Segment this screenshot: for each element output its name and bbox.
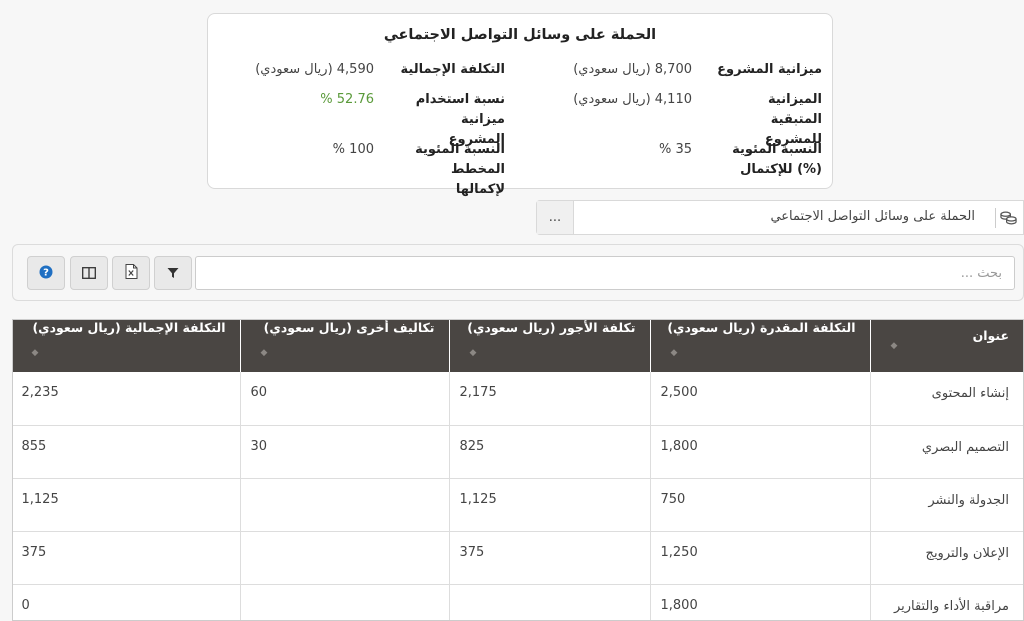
cell-title: التصميم البصري (869, 425, 1023, 479)
cell-title: الإعلان والترويج (869, 531, 1023, 585)
table-row[interactable]: التصميم البصري 1,800 825 30 855 (13, 425, 1023, 479)
total-cost-label: التكلفة الإجمالية (400, 62, 505, 77)
cell-title: إنشاء المحتوى (869, 372, 1023, 426)
column-header-labor-cost[interactable]: تكلفة الأجور (ريال سعودي) ◆ (448, 320, 650, 372)
columns-icon (82, 264, 96, 283)
total-cost-value: 4,590 (ريال سعودي) (255, 62, 374, 77)
cell-other-costs (239, 531, 449, 585)
svg-text:?: ? (43, 267, 49, 278)
help-icon: ? (39, 264, 53, 283)
cell-estimated-cost: 1,800 (649, 584, 870, 620)
cell-estimated-cost: 2,500 (649, 372, 870, 426)
more-button[interactable]: ... (537, 201, 574, 234)
sort-icon: ◆ (469, 348, 477, 358)
cell-other-costs (239, 584, 449, 620)
sort-icon: ◆ (31, 348, 39, 358)
excel-export-button[interactable] (112, 256, 150, 290)
cost-table: عنوان ◆ التكلفة المقدرة (ريال سعودي) ◆ تكل… (12, 319, 1024, 621)
budget-usage-value: 52.76 % (320, 92, 374, 107)
cell-estimated-cost: 1,250 (649, 531, 870, 585)
column-header-title[interactable]: عنوان ◆ (869, 320, 1023, 372)
cell-labor-cost: 1,125 (448, 478, 650, 532)
cell-other-costs: 60 (239, 372, 449, 426)
project-summary-card: الحملة على وسائل التواصل الاجتماعي ميزان… (207, 13, 833, 197)
cell-total-cost: 1,125 (13, 478, 240, 532)
table-row[interactable]: مراقبة الأداء والتقارير 1,800 0 (13, 584, 1023, 620)
cell-labor-cost: 375 (448, 531, 650, 585)
filter-icon (167, 264, 179, 283)
summary-title: الحملة على وسائل التواصل الاجتماعي (383, 27, 657, 43)
remaining-budget-value: 4,110 (ريال سعودي) (573, 92, 692, 107)
cell-labor-cost: 2,175 (448, 372, 650, 426)
project-budget-label: ميزانية المشروع (717, 62, 822, 77)
sort-icon: ◆ (670, 348, 678, 358)
help-button[interactable]: ? (27, 256, 65, 290)
cell-other-costs (239, 478, 449, 532)
project-selector[interactable]: الحملة على وسائل التواصل الاجتماعي ... (536, 200, 1024, 235)
column-header-estimated-cost[interactable]: التكلفة المقدرة (ريال سعودي) ◆ (649, 320, 870, 372)
column-header-other-costs[interactable]: تكاليف أخرى (ريال سعودي) ◆ (239, 320, 449, 372)
table-row[interactable]: الجدولة والنشر 750 1,125 1,125 (13, 478, 1023, 532)
sort-icon: ◆ (890, 340, 898, 351)
columns-button[interactable] (70, 256, 108, 290)
table-toolbar: ? (12, 244, 1024, 301)
cell-labor-cost: 825 (448, 425, 650, 479)
completion-value: 35 % (658, 142, 692, 157)
cell-estimated-cost: 750 (649, 478, 870, 532)
table-row[interactable]: الإعلان والترويج 1,250 375 375 (13, 531, 1023, 585)
project-name: الحملة على وسائل التواصل الاجتماعي (770, 209, 975, 224)
coins-icon (995, 208, 1017, 228)
cell-estimated-cost: 1,800 (649, 425, 870, 479)
cell-total-cost: 2,235 (13, 372, 240, 426)
completion-label: النسبة المئوية (%) للإكتمال (732, 142, 822, 177)
cell-total-cost: 0 (13, 584, 240, 620)
cell-title: مراقبة الأداء والتقارير (869, 584, 1023, 620)
table-header-row: عنوان ◆ التكلفة المقدرة (ريال سعودي) ◆ تكل… (13, 320, 1023, 372)
planned-completion-value: 100 % (332, 142, 374, 157)
cell-other-costs: 30 (239, 425, 449, 479)
cell-labor-cost (448, 584, 650, 620)
cell-title: الجدولة والنشر (869, 478, 1023, 532)
planned-completion-label: النسبة المئوية المخطط لإكمالها (415, 142, 505, 197)
filter-button[interactable] (154, 256, 192, 290)
table-row[interactable]: إنشاء المحتوى 2,500 2,175 60 2,235 (13, 372, 1023, 426)
search-input[interactable] (195, 256, 1015, 290)
column-header-total-cost[interactable]: التكلفة الإجمالية (ريال سعودي) ◆ (13, 320, 240, 372)
project-budget-value: 8,700 (ريال سعودي) (573, 62, 692, 77)
cell-total-cost: 855 (13, 425, 240, 479)
excel-export-icon (125, 263, 138, 283)
sort-icon: ◆ (260, 348, 268, 358)
cell-total-cost: 375 (13, 531, 240, 585)
